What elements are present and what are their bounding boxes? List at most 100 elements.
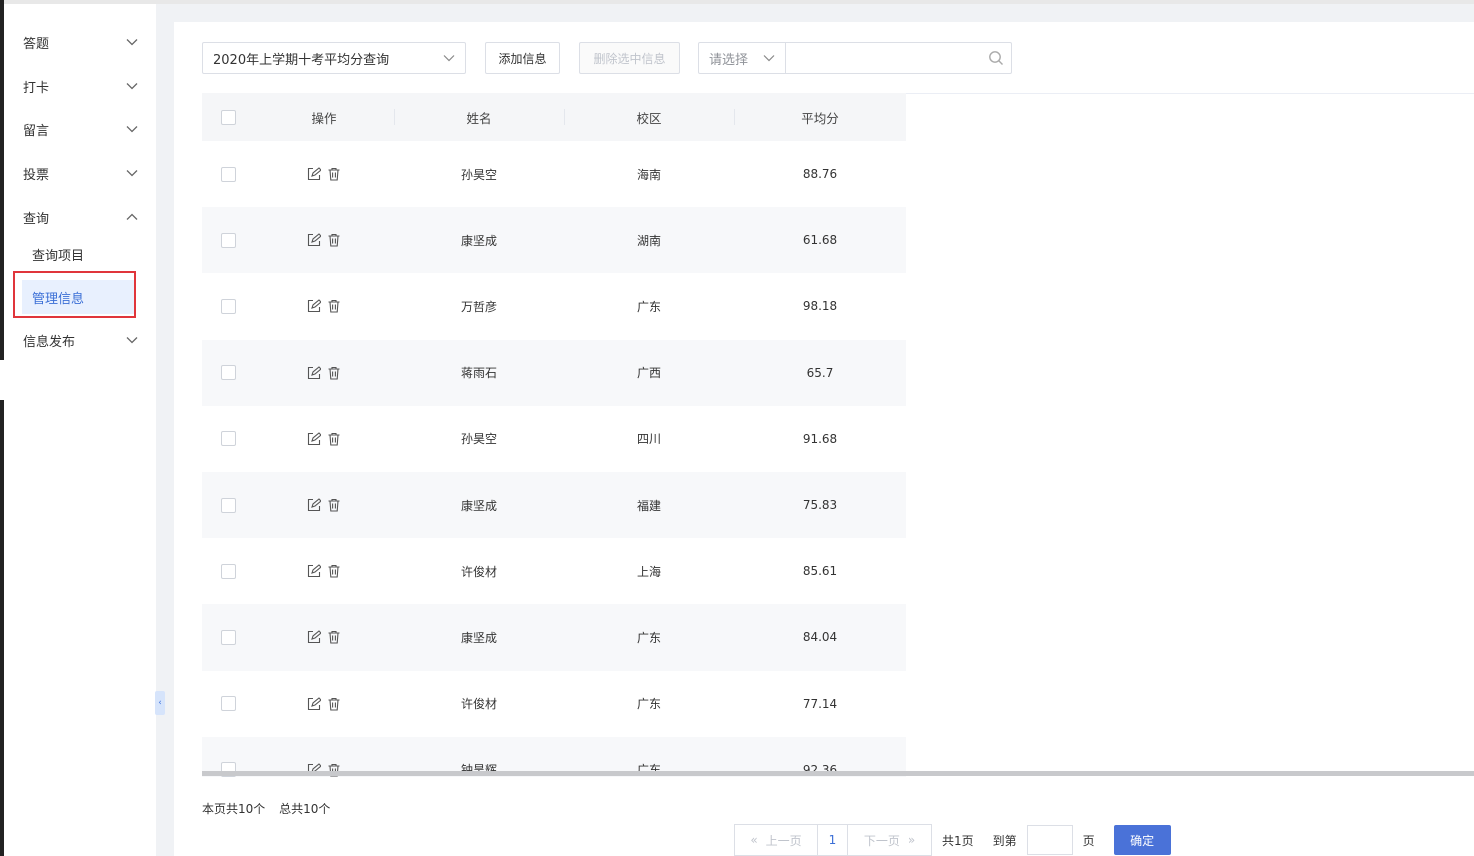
submenu-item-query-project[interactable]: 查询项目 xyxy=(22,237,135,271)
row-checkbox[interactable] xyxy=(220,365,236,381)
row-checkbox-cell xyxy=(202,538,254,604)
chevron-down-icon xyxy=(763,52,775,64)
row-ops-cell xyxy=(254,538,394,604)
chevron-down-icon xyxy=(443,52,455,64)
sidebar-item-checkin[interactable]: 打卡 xyxy=(4,66,156,106)
trash-icon[interactable] xyxy=(327,498,341,512)
sidebar-item-vote[interactable]: 投票 xyxy=(4,153,156,193)
delete-selected-button[interactable]: 删除选中信息 xyxy=(579,42,680,74)
row-campus: 四川 xyxy=(636,432,661,447)
trash-icon[interactable] xyxy=(327,432,341,446)
row-campus: 广东 xyxy=(636,630,661,645)
row-ops-cell xyxy=(254,207,394,273)
sidebar-item-message[interactable]: 留言 xyxy=(4,109,156,149)
trash-icon[interactable] xyxy=(327,697,341,711)
edit-icon[interactable] xyxy=(307,630,321,644)
add-info-button[interactable]: 添加信息 xyxy=(485,42,560,74)
row-campus: 广东 xyxy=(636,299,661,314)
total-pages-text: 共1页 xyxy=(942,833,974,848)
chevron-down-icon xyxy=(126,80,138,92)
goto-page-input[interactable] xyxy=(1026,825,1073,855)
table-row: 蒋雨石 广西 65.7 xyxy=(202,339,906,406)
sidebar-item-label: 打卡 xyxy=(23,80,50,96)
row-ops-cell xyxy=(254,340,394,406)
sidebar-item-query[interactable]: 查询 xyxy=(4,197,156,237)
row-avg: 85.61 xyxy=(802,564,838,579)
row-name: 康坚成 xyxy=(460,498,497,513)
edit-icon[interactable] xyxy=(307,696,321,711)
column-separator xyxy=(734,109,735,125)
page-number-button[interactable]: 1 xyxy=(818,824,848,856)
row-avg: 98.18 xyxy=(802,299,838,314)
row-checkbox[interactable] xyxy=(220,232,236,248)
edit-icon[interactable] xyxy=(307,564,321,578)
search-input[interactable] xyxy=(786,43,981,73)
submenu-item-manage-info[interactable]: 管理信息 xyxy=(22,280,135,314)
table-row: 许俊材 上海 85.61 xyxy=(202,538,906,605)
double-chevron-left-icon: « xyxy=(750,833,758,847)
column-separator xyxy=(394,109,395,125)
row-checkbox[interactable] xyxy=(220,629,236,645)
edit-icon[interactable] xyxy=(307,299,321,313)
trash-icon[interactable] xyxy=(327,366,341,380)
row-name: 万哲彦 xyxy=(460,299,497,314)
row-ops-cell xyxy=(254,604,394,670)
main-panel: 2020年上学期十考平均分查询 添加信息 删除选中信息 请选择 操作 姓名 校区… xyxy=(174,22,1474,856)
trash-icon[interactable] xyxy=(327,233,341,247)
row-checkbox[interactable] xyxy=(220,431,236,447)
next-page-button[interactable]: 下一页 » xyxy=(848,824,932,856)
header-op: 操作 xyxy=(311,110,337,126)
row-campus: 广西 xyxy=(636,366,661,381)
row-campus: 海南 xyxy=(636,167,661,182)
table-header: 操作 姓名 校区 平均分 xyxy=(202,93,906,141)
edit-icon[interactable] xyxy=(307,498,321,512)
sidebar-collapse-handle[interactable]: ‹ xyxy=(155,691,165,715)
search-icon[interactable] xyxy=(981,43,1011,73)
edit-icon[interactable] xyxy=(307,167,321,181)
term-select-value: 2020年上学期十考平均分查询 xyxy=(213,52,390,68)
row-checkbox[interactable] xyxy=(220,497,236,513)
table-row: 康坚成 湖南 61.68 xyxy=(202,207,906,274)
trash-icon[interactable] xyxy=(327,167,341,181)
table-row: 许俊材 广东 77.14 xyxy=(202,670,906,737)
goto-label: 到第 xyxy=(992,833,1017,848)
column-separator xyxy=(564,109,565,125)
prev-page-button[interactable]: « 上一页 xyxy=(734,824,818,856)
row-avg: 88.76 xyxy=(802,167,838,182)
select-all-checkbox[interactable] xyxy=(220,109,236,125)
row-campus: 福建 xyxy=(636,498,661,513)
row-checkbox-cell xyxy=(202,472,254,538)
table-body: 孙昊空 海南 88.76 康坚成 湖南 61.68 万哲彦 广东 98.18 蒋雨石 广西 65.7 孙… xyxy=(202,141,906,777)
sidebar-item-publish[interactable]: 信息发布 xyxy=(4,320,156,360)
table-row: 万哲彦 广东 98.18 xyxy=(202,273,906,340)
trash-icon[interactable] xyxy=(327,630,341,644)
row-ops-cell xyxy=(254,273,394,339)
table-scroll-area[interactable]: 操作 姓名 校区 平均分 孙昊空 海南 88.76 康坚成 湖南 61.68 万哲彦 广东 98… xyxy=(202,93,1474,777)
row-name: 孙昊空 xyxy=(460,432,497,447)
row-checkbox[interactable] xyxy=(220,696,236,712)
trash-icon[interactable] xyxy=(327,299,341,314)
row-checkbox[interactable] xyxy=(220,166,236,182)
header-name: 姓名 xyxy=(466,110,492,126)
edit-icon[interactable] xyxy=(307,432,321,446)
horizontal-scrollbar[interactable] xyxy=(202,771,1474,776)
data-table: 操作 姓名 校区 平均分 孙昊空 海南 88.76 康坚成 湖南 61.68 万哲彦 广东 98… xyxy=(202,93,906,777)
search-field-select[interactable]: 请选择 xyxy=(699,43,786,73)
row-checkbox[interactable] xyxy=(220,563,236,579)
edit-icon[interactable] xyxy=(307,365,321,380)
sidebar-item-label: 查询 xyxy=(23,211,50,227)
row-name: 许俊材 xyxy=(460,564,497,579)
chevron-down-icon xyxy=(126,334,138,346)
sidebar-item-answer[interactable]: 答题 xyxy=(4,22,156,62)
edit-icon[interactable] xyxy=(307,233,321,247)
row-checkbox-cell xyxy=(202,207,254,273)
pagination: « 上一页 1 下一页 » 共1页 到第 页 确定 xyxy=(734,824,1171,856)
term-select[interactable]: 2020年上学期十考平均分查询 xyxy=(202,42,466,74)
browser-top-strip xyxy=(0,0,1474,4)
confirm-button[interactable]: 确定 xyxy=(1113,825,1171,855)
row-checkbox[interactable] xyxy=(220,298,236,314)
row-name: 蒋雨石 xyxy=(460,366,497,381)
trash-icon[interactable] xyxy=(327,564,341,578)
row-checkbox-cell xyxy=(202,141,254,207)
next-page-label: 下一页 xyxy=(863,833,900,848)
